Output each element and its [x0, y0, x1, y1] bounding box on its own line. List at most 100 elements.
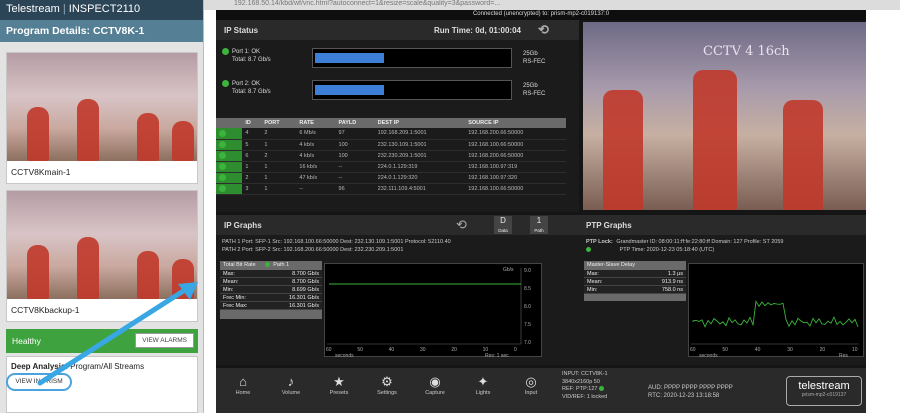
port-rate: 25Gb — [523, 83, 538, 89]
ptp-lock-label: PTP Lock: — [586, 239, 613, 245]
table-row[interactable]: 3 1 -- 96 232.111.109.4:5001 192.168.100.66:5… — [216, 183, 566, 195]
ref-ok-icon — [599, 386, 604, 392]
stream-table: ID PORT RATE PAYLD DEST IP SOURCE IP 426 Mb/s… — [216, 118, 566, 195]
path-button[interactable]: 1 Path — [530, 216, 548, 234]
data-button-letter: D — [500, 216, 506, 225]
table-cell: 4 — [242, 128, 262, 140]
table-cell: 192.168.209.1:5001 — [374, 128, 466, 140]
table-cell: 232.230.209.1:5001 — [374, 150, 466, 162]
nav-volume-button[interactable]: ♪ Volume — [274, 374, 308, 396]
deep-analysis-value: Program/All Streams — [70, 362, 145, 371]
table-cell: 6 — [242, 150, 262, 162]
table-cell: 6 Mb/s — [296, 128, 336, 140]
stat-row: Frec Max: 16.301 Gb/s — [220, 302, 322, 310]
y-tick-label: 7.0 — [524, 340, 531, 346]
port-2-status: Port 2: OK Total: 8.7 Gb/s — [222, 80, 271, 96]
table-header-cell[interactable]: RATE — [296, 118, 336, 128]
table-cell: 2 — [242, 172, 262, 184]
health-status-bar: Healthy VIEW ALARMS — [6, 329, 198, 353]
audio-status: AUD: PPPP PPPP PPPP PPPP RTC: 2020-12-23… — [648, 384, 733, 400]
port-fec: RS-FEC — [523, 91, 546, 97]
table-row[interactable]: 1 1 16 kb/s -- 224.0.1.129:319 192.168.100.97… — [216, 161, 566, 173]
table-header-cell[interactable]: ID — [242, 118, 262, 128]
browser-url[interactable]: 192.168.50.14/kbd/wf/vnc.html?autoconnec… — [234, 0, 500, 7]
ip-status-panel: IP Status Run Time: 0d, 01:00:04 ⟲ Port … — [216, 20, 579, 212]
port-1-rate: 25Gb RS-FEC — [523, 50, 545, 66]
brand-header: Telestream | INSPECT2110 — [0, 0, 203, 20]
nav-label: Capture — [425, 390, 445, 396]
inspect-panel: Telestream | INSPECT2110 Program Details… — [0, 0, 204, 413]
prism-app: Connected (unencrypted) to: prism-mp2-c0… — [216, 10, 866, 413]
home-icon: ⌂ — [239, 374, 247, 389]
nav-home-button[interactable]: ⌂ Home — [226, 374, 260, 396]
path1-info: PATH 1 Port: SFP-1 Src: 192.168.100.66:5… — [222, 239, 451, 245]
nav-capture-button[interactable]: ◉ Capture — [418, 374, 452, 396]
delay-stats: Max: 1.3 μs Mean: 913.9 ns Min: 758.0 ns — [584, 270, 686, 294]
nav-label: Input — [524, 390, 538, 396]
port-2-bar-fill — [315, 85, 384, 95]
product-name: INSPECT2110 — [68, 3, 141, 15]
input-info: INPUT: CCTV8K-1 3840x2160p 50 REF: PTP:1… — [562, 371, 608, 401]
ptp-graphs-header: PTP Graphs — [564, 215, 866, 235]
table-row[interactable]: 624 kb/s 100 232.230.209.1:5001 192.168.200… — [216, 150, 566, 162]
stream-caption: CCTV8Kmain-1 — [11, 167, 71, 177]
view-alarms-button[interactable]: VIEW ALARMS — [135, 333, 194, 348]
nav-label: Volume — [281, 390, 301, 396]
x-tick-label: 30 — [420, 347, 426, 353]
reset-icon[interactable]: ⟲ — [538, 22, 549, 38]
table-cell: 224.0.1.129:319 — [374, 161, 466, 173]
table-row[interactable]: 514 kb/s 100 232.130.109.1:5001 192.168.100… — [216, 139, 566, 151]
table-row[interactable]: 426 Mb/s 97 192.168.209.1:5001 192.168.200.… — [216, 128, 566, 140]
table-header-cell[interactable] — [216, 118, 243, 128]
nav-label: Settings — [377, 390, 397, 396]
table-cell: 16 kb/s — [296, 161, 336, 173]
path1-legend: Path 1 — [273, 262, 290, 268]
table-header-cell[interactable]: SOURCE IP — [465, 118, 566, 128]
nav-input-button[interactable]: ◎ Input — [514, 374, 548, 396]
stat-label: Min: — [587, 287, 598, 293]
table-cell: 100 — [335, 139, 375, 151]
nav-presets-button[interactable]: ★ Presets — [322, 374, 356, 396]
y-tick-label: 8.5 — [524, 286, 531, 292]
table-cell: 1 — [261, 172, 297, 184]
input-name: INPUT: CCTV8K-1 — [562, 371, 608, 377]
stat-value: 913.9 ns — [661, 279, 683, 285]
ok-icon — [222, 80, 229, 87]
port-1-bar — [312, 48, 512, 68]
nav-lights-button[interactable]: ✦ Lights — [466, 374, 500, 396]
bitrate-stats: Max: 8.700 Gb/s Mean: 8.700 Gb/s Min: 8.699 G… — [220, 270, 322, 310]
data-button[interactable]: D Data — [494, 216, 512, 234]
table-header-cell[interactable]: PAYLD — [335, 118, 375, 128]
table-cell: 2 — [261, 150, 297, 162]
stat-row: Min: 8.699 Gb/s — [220, 286, 322, 294]
table-cell: 4 kb/s — [296, 150, 336, 162]
table-cell — [216, 139, 243, 151]
stream-card-main[interactable]: CCTV8Kmain-1 — [6, 52, 198, 184]
stat-label: Frec Min: — [223, 295, 246, 301]
ip-status-header: IP Status Run Time: 0d, 01:00:04 ⟲ — [216, 20, 579, 40]
volume-icon: ♪ — [287, 374, 295, 389]
stat-row: Min: 758.0 ns — [584, 286, 686, 294]
stream-caption: CCTV8Kbackup-1 — [11, 305, 80, 315]
input-format: 3840x2160p 50 — [562, 378, 600, 385]
stat-value: 8.700 Gb/s — [292, 279, 319, 285]
x-tick-label: 0 — [514, 347, 517, 353]
table-row[interactable]: 2 1 47 kb/s -- 224.0.1.129:320 192.168.100.97… — [216, 172, 566, 184]
stat-row: Mean: 913.9 ns — [584, 278, 686, 286]
deep-analysis-label: Deep Analysis: — [11, 362, 69, 371]
table-cell: 97 — [335, 128, 375, 140]
ip-graphs-header: IP Graphs — [216, 215, 579, 235]
view-in-prism-button[interactable]: VIEW IN PRISM — [6, 373, 72, 391]
port-total: Total: 8.7 Gb/s — [232, 57, 271, 64]
reset-icon[interactable]: ⟲ — [456, 217, 467, 233]
table-header-cell[interactable]: DEST IP — [374, 118, 466, 128]
browser-address-bar[interactable]: 192.168.50.14/kbd/wf/vnc.html?autoconnec… — [204, 0, 900, 10]
stream-card-backup[interactable]: CCTV8Kbackup-1 — [6, 190, 198, 322]
path-button-num: 1 — [536, 216, 542, 225]
nav-settings-button[interactable]: ⚙ Settings — [370, 374, 404, 396]
stat-value: 8.700 Gb/s — [292, 271, 319, 277]
table-header-cell[interactable]: PORT — [261, 118, 297, 128]
ptp-graphs-title: PTP Graphs — [586, 221, 632, 230]
table-cell: 3 — [242, 183, 262, 195]
brand-logo: Telestream — [6, 3, 60, 15]
